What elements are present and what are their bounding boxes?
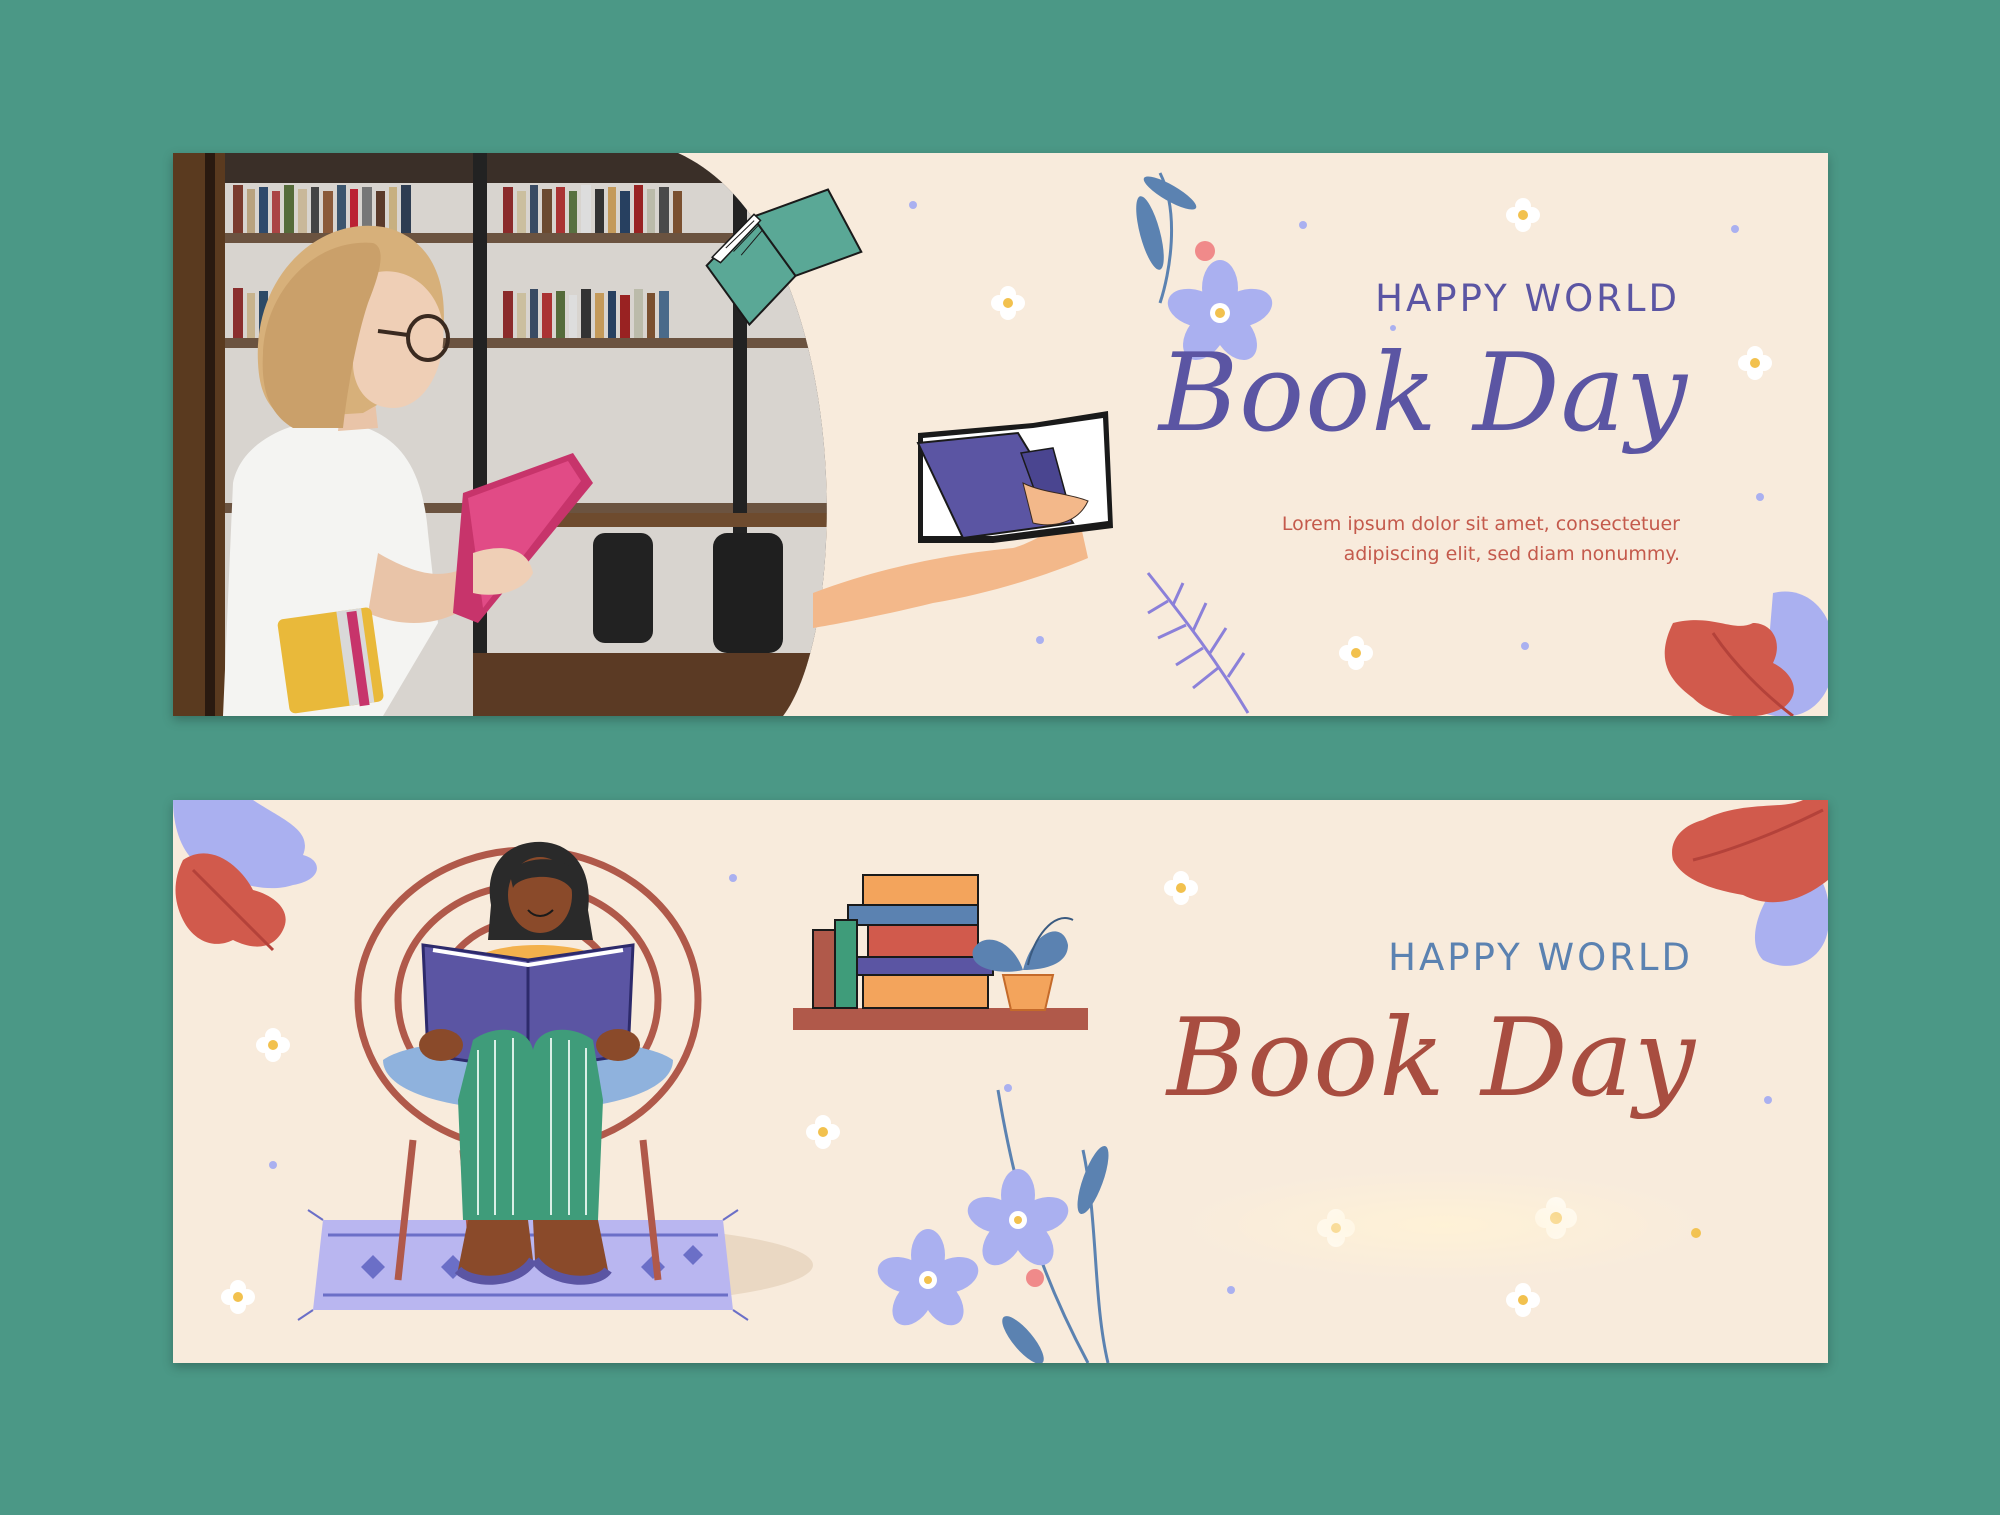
body-line-1: Lorem ipsum dolor sit amet, consectetuer [1281, 513, 1680, 535]
banner-bottom-eyebrow: HAPPY WORLD [1388, 936, 1693, 979]
leaf-icon [173, 800, 317, 952]
banner-bottom: HAPPY WORLD Book Day [173, 800, 1828, 1363]
banner-top-eyebrow: HAPPY WORLD [1375, 277, 1680, 320]
held-book-icon [813, 411, 1113, 628]
banner-top: HAPPY WORLD Book Day Lorem ipsum dolor s… [173, 153, 1828, 716]
leaf-icon [1672, 800, 1828, 966]
leaf-icon [1664, 591, 1828, 716]
banner-top-body: Lorem ipsum dolor sit amet, consectetuer… [1200, 509, 1680, 569]
banner-bottom-headline: Book Day [1166, 996, 1696, 1121]
flower-icon [877, 1089, 1110, 1363]
leaf-icon [1146, 572, 1250, 714]
blurred-text-area [1183, 1170, 1703, 1280]
banner-top-headline: Book Day [1158, 331, 1688, 456]
body-line-2: adipiscing elit, sed diam nonummy. [1343, 543, 1680, 565]
